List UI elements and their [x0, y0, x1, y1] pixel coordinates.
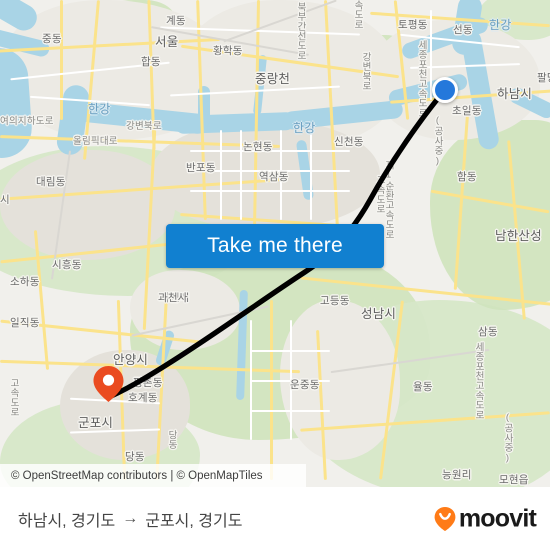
road [250, 350, 330, 352]
map-label: 모현읍 [499, 474, 529, 486]
moovit-logo[interactable]: moovit [433, 504, 537, 533]
map-label: 평촌동 [133, 377, 163, 389]
map-label: 일직동 [10, 317, 40, 329]
map-label: 소하동 [10, 276, 40, 288]
map-label: 운중동 [290, 379, 320, 391]
map-label: 논현동 [243, 141, 273, 153]
map-label: 토평동 [398, 19, 428, 31]
route-summary: 하남시, 경기도 → 군포시, 경기도 [18, 507, 242, 531]
map-label-vertical: (공사중) [501, 412, 513, 464]
map-label: 올림픽대로 [73, 136, 118, 147]
map-share-card: 중동 계동 서울 합동 황학동 중랑천 한강 한강 한강 신천동 논현동 반포동 역삼동 여의지하도로 올림… [0, 0, 550, 550]
map-label: 중랑천 [255, 72, 291, 86]
route-destination-label: 군포시, 경기도 [145, 512, 243, 530]
map-label-vertical: 당동 [165, 430, 177, 450]
map-label: 신천동 [334, 136, 364, 148]
map-label-vertical: (공사중) [431, 115, 443, 167]
map-label: 강변북로 [126, 121, 162, 132]
arrow-right-icon: → [122, 509, 139, 527]
map-label: 여의지하도로 [0, 116, 54, 127]
map-label-vertical: 제1순환고속도로 [382, 160, 394, 240]
map-label: 당동 [125, 451, 145, 463]
map-label: 한강 [293, 121, 316, 135]
map-label: 함동 [457, 171, 477, 183]
map-attribution[interactable]: © OpenStreetMap contributors | © OpenMap… [0, 464, 306, 487]
map-label: 능원리 [442, 469, 472, 481]
map-label: 시흥동 [52, 259, 82, 271]
map-label: 선동 [453, 24, 473, 36]
moovit-wordmark: moovit [458, 504, 537, 532]
map-label: 한강 [88, 102, 111, 116]
map-label: 율동 [413, 381, 433, 393]
map-label: 하남시 [497, 87, 533, 101]
map-label: 남한산성 [495, 229, 542, 243]
map-label-vertical: 세종포천고속도로 [472, 342, 484, 420]
origin-circle-marker[interactable] [432, 77, 458, 103]
map-label: 합동 [141, 56, 161, 68]
road [270, 300, 273, 480]
footer-bar: 하남시, 경기도 → 군포시, 경기도 moovit [0, 487, 550, 550]
map-label: 중동 [42, 33, 62, 45]
map-label: 초일동 [452, 105, 482, 117]
map-label-vertical: 북부간선도로 [294, 2, 306, 61]
map-label-vertical: 고속도로 [7, 378, 19, 417]
map-label: 고등동 [320, 295, 350, 307]
map-label: 대림동 [36, 176, 66, 188]
road [310, 130, 312, 220]
map-label: 반포동 [186, 162, 216, 174]
map-label: 계동 [166, 15, 186, 27]
map-label-vertical: 강변북로 [359, 52, 371, 91]
map-label: 한강 [489, 18, 512, 32]
map-label-vertical: 세종포천고속도로 [415, 40, 427, 118]
map-label: 서울 [155, 35, 179, 49]
road [220, 130, 222, 220]
destination-pin-marker[interactable] [92, 365, 125, 403]
map-label: 성남시 [361, 307, 397, 321]
map-label: 시 [0, 194, 10, 206]
road [240, 130, 242, 220]
road [190, 190, 350, 192]
map-label: 호계동 [128, 392, 158, 404]
map-canvas[interactable]: 중동 계동 서울 합동 황학동 중랑천 한강 한강 한강 신천동 논현동 반포동 역삼동 여의지하도로 올림… [0, 0, 550, 487]
map-label: 팔당 [537, 72, 550, 84]
map-label: 군포시 [78, 416, 114, 430]
road [250, 410, 330, 412]
map-label: 황학동 [213, 45, 243, 57]
moovit-pin-smile-icon [434, 507, 456, 531]
map-label-vertical: 속도로 [351, 0, 363, 30]
take-me-there-button[interactable]: Take me there [166, 224, 384, 268]
route-origin-label: 하남시, 경기도 [18, 512, 116, 530]
map-label: 삼동 [478, 326, 498, 338]
map-label: 과천사 [158, 292, 188, 304]
map-label: 역삼동 [259, 171, 289, 183]
map-pin-icon [93, 366, 124, 402]
road [60, 0, 63, 120]
